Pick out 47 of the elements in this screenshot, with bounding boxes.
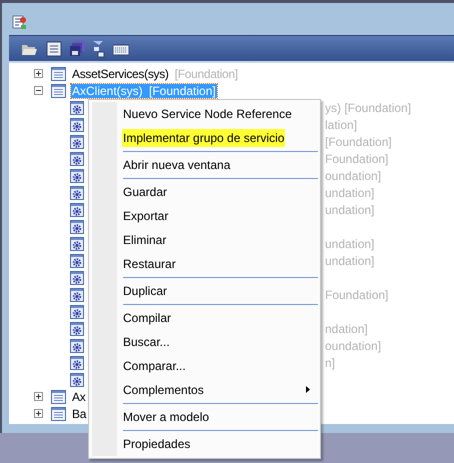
list-icon: [51, 84, 66, 98]
expand-icon[interactable]: [34, 69, 43, 78]
submenu-arrow-icon: [306, 386, 310, 393]
gear-icon: [70, 322, 84, 336]
menu-item[interactable]: Buscar...: [123, 330, 318, 354]
save-icon[interactable]: [70, 41, 85, 56]
gear-icon: [70, 304, 84, 318]
expand-icon[interactable]: [34, 392, 43, 401]
gear-icon: [70, 288, 84, 302]
expand-icon[interactable]: [34, 409, 43, 418]
tree-item[interactable]: Ba: [71, 406, 88, 420]
tree-item[interactable]: Ax: [71, 390, 86, 404]
document-icon[interactable]: [46, 40, 62, 56]
gear-icon: [70, 100, 84, 114]
gear-icon: [70, 236, 84, 250]
menu-item[interactable]: Abrir nueva ventana: [123, 153, 318, 177]
gear-icon: [70, 270, 84, 284]
filter-icon[interactable]: [93, 40, 105, 56]
menu-item[interactable]: Mover a modelo: [123, 405, 318, 429]
menu-item[interactable]: Propiedades: [123, 432, 318, 456]
gear-icon: [70, 168, 84, 182]
gear-icon: [70, 372, 84, 386]
gear-icon: [70, 134, 84, 148]
menu-item[interactable]: Duplicar: [123, 279, 318, 303]
keyboard-icon[interactable]: [113, 42, 129, 55]
gear-icon: [70, 356, 84, 370]
list-icon: [51, 66, 66, 80]
gear-icon: [70, 220, 84, 234]
gear-icon: [70, 254, 84, 268]
app-icon: [12, 15, 27, 30]
menu-item[interactable]: Eliminar: [123, 228, 318, 252]
menu-item[interactable]: Compilar: [123, 306, 318, 330]
menu-item[interactable]: Nuevo Service Node Reference: [123, 102, 318, 126]
collapse-icon[interactable]: [34, 86, 43, 95]
gear-icon: [70, 202, 84, 216]
gear-icon: [70, 338, 84, 352]
list-icon: [51, 406, 66, 420]
menu-item[interactable]: Restaurar: [123, 252, 318, 276]
gear-icon: [70, 152, 84, 166]
menu-item[interactable]: Guardar: [123, 180, 318, 204]
menu-item[interactable]: Exportar: [123, 204, 318, 228]
menu-item[interactable]: Comparar...: [123, 354, 318, 378]
tree-item[interactable]: AssetServices(sys) [Foundation]: [71, 66, 239, 80]
list-icon: [51, 390, 66, 404]
gear-icon: [70, 186, 84, 200]
gear-icon: [70, 118, 84, 132]
menu-item[interactable]: Complementos: [123, 378, 318, 402]
